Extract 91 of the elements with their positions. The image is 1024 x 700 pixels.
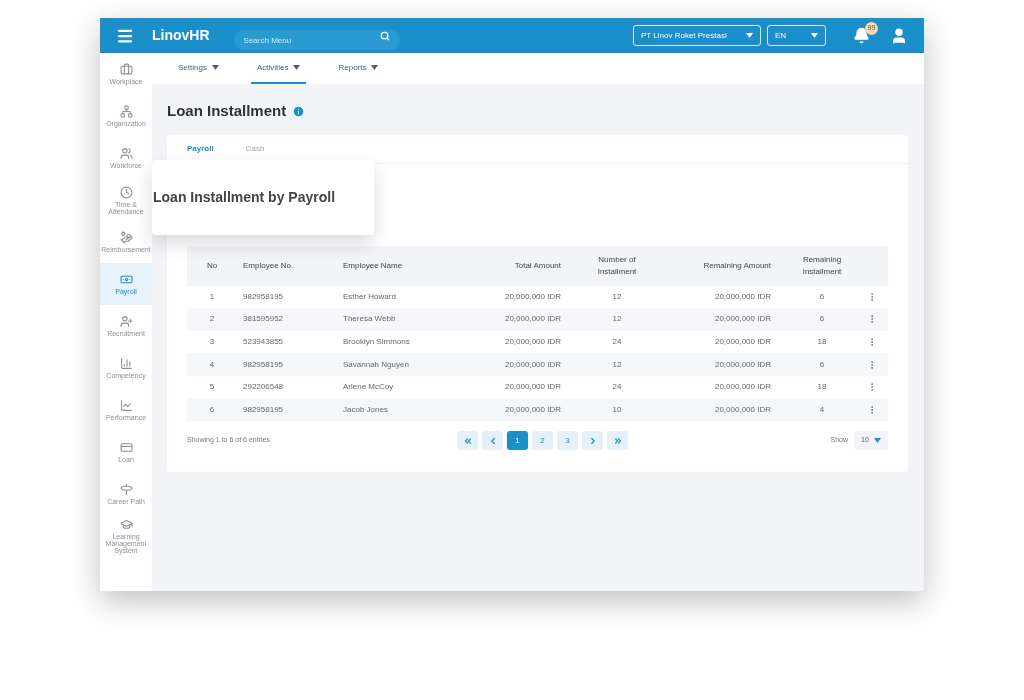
logo: LinovHR bbox=[152, 26, 210, 45]
table-cell-text: 20,000,000 IDR bbox=[503, 358, 562, 371]
table-cell-text: 18 bbox=[816, 336, 828, 348]
table-cell-text: 20,000,000 IDR bbox=[503, 313, 562, 326]
caret-icon bbox=[746, 33, 753, 38]
table-cell-text: 20,000,000 IDR bbox=[503, 381, 562, 394]
caret-icon bbox=[811, 33, 818, 38]
last-page-button[interactable] bbox=[607, 431, 628, 451]
table-cell-text: 24 bbox=[611, 336, 623, 348]
table-cell-text: 381595952 bbox=[242, 313, 285, 326]
table-cell-text: 12 bbox=[611, 313, 623, 326]
user-icon[interactable] bbox=[890, 26, 908, 45]
table-cell-text: 982958195 bbox=[242, 403, 285, 416]
column-header: Number of Installment bbox=[596, 253, 638, 278]
signpost-icon bbox=[119, 483, 133, 496]
tab[interactable]: Payroll bbox=[187, 142, 214, 155]
column-header: No bbox=[205, 259, 219, 272]
table-cell-text: 6 bbox=[208, 403, 216, 416]
hand-coin-icon bbox=[119, 231, 133, 244]
briefcase-icon bbox=[119, 63, 133, 76]
bell-icon bbox=[852, 27, 870, 44]
language-dropdown[interactable]: EN bbox=[767, 25, 826, 46]
table-cell-text: 982958195 bbox=[242, 358, 285, 371]
table-cell-text: 20,000,000 IDR bbox=[503, 336, 562, 348]
table-cell-text: Brooklyn Simmons bbox=[342, 336, 411, 348]
caret-icon bbox=[371, 65, 379, 70]
card-icon bbox=[119, 441, 133, 454]
table-cell-text: 4 bbox=[208, 358, 216, 371]
table-cell-text: 20,000,000 IDR bbox=[713, 358, 772, 371]
table-cell-text: 1 bbox=[208, 290, 216, 303]
table-cell-text: 5 bbox=[208, 381, 216, 394]
graduation-cap-icon bbox=[119, 518, 133, 531]
table-cell-text: 982958195 bbox=[242, 290, 285, 303]
column-header: Employee Name bbox=[342, 259, 404, 272]
table-cell-text: 6 bbox=[818, 313, 826, 326]
table-cell-text: 12 bbox=[611, 290, 623, 303]
table-cell-text: 24 bbox=[611, 381, 623, 394]
column-header: Total Amount bbox=[513, 259, 562, 272]
table-cell-text: Arlene McCoy bbox=[342, 381, 395, 394]
page-button[interactable]: 2 bbox=[532, 431, 553, 451]
nav-tab[interactable]: Reports bbox=[332, 53, 385, 84]
nav-tab[interactable]: Settings bbox=[172, 53, 225, 84]
table-cell-text: 20,000,000 IDR bbox=[713, 290, 772, 303]
double-chevron-right-icon bbox=[612, 435, 623, 446]
next-page-button[interactable] bbox=[582, 431, 603, 451]
table-cell-text: 20,000,000 IDR bbox=[713, 403, 772, 416]
caret-icon bbox=[873, 438, 881, 444]
company-dropdown[interactable]: PT Linov Roket Prestasi bbox=[633, 25, 761, 46]
table-cell-text: Theresa Webb bbox=[342, 313, 397, 326]
table-cell-text: Savannah Nguyen bbox=[342, 358, 410, 371]
nav-tab[interactable]: Activities bbox=[250, 53, 307, 84]
bar-chart-icon bbox=[119, 357, 133, 370]
table-cell-text: 12 bbox=[611, 358, 623, 371]
column-header: Remaining Installment bbox=[801, 253, 843, 278]
card-title: Loan Installment by Payroll bbox=[153, 188, 336, 207]
table-cell-text: 6 bbox=[818, 358, 826, 371]
user-add-icon bbox=[119, 315, 133, 328]
page-button[interactable]: 1 bbox=[507, 431, 528, 451]
table-cell-text: 18 bbox=[816, 381, 828, 394]
table-cell-text: 6 bbox=[818, 290, 826, 303]
table-cell-text: Jacob Jones bbox=[342, 403, 389, 416]
table-cell-text: 523943855 bbox=[242, 336, 285, 348]
people-icon bbox=[119, 147, 133, 160]
info-icon[interactable] bbox=[292, 104, 306, 118]
search-field[interactable]: Search Menu bbox=[233, 30, 400, 50]
table-cell-text: 20,000,000 IDR bbox=[713, 336, 772, 348]
caret-icon bbox=[293, 65, 301, 70]
previous-page-button[interactable] bbox=[482, 431, 503, 451]
hierarchy-icon bbox=[119, 105, 133, 118]
table-cell-text: 20,000,000 IDR bbox=[503, 290, 562, 303]
column-header: Remaining Amount bbox=[702, 259, 772, 272]
table-cell-text: 3 bbox=[208, 336, 216, 348]
double-chevron-left-icon bbox=[462, 435, 473, 446]
line-chart-icon bbox=[119, 399, 133, 412]
tab[interactable]: Cash bbox=[245, 142, 265, 155]
table-cell-text: 20,000,000 IDR bbox=[713, 313, 772, 326]
table-cell-text: 4 bbox=[818, 403, 826, 416]
page-title: Loan Installment bbox=[167, 101, 287, 121]
table-cell-text: 20,000,000 IDR bbox=[713, 381, 772, 394]
table-cell-text: 20,000,000 IDR bbox=[503, 403, 562, 416]
table-cell-text: 292206548 bbox=[242, 381, 285, 394]
table-cell-text: 10 bbox=[611, 403, 623, 416]
table-cell-text: 2 bbox=[208, 313, 216, 326]
banknote-icon bbox=[119, 273, 133, 286]
clock-icon bbox=[119, 185, 133, 199]
search-icon bbox=[379, 30, 390, 41]
column-header: Employee No. bbox=[242, 259, 295, 272]
page-button[interactable]: 3 bbox=[557, 431, 578, 451]
caret-icon bbox=[211, 65, 219, 70]
first-page-button[interactable] bbox=[457, 431, 478, 451]
table-cell-text: Esther Howard bbox=[342, 290, 397, 303]
